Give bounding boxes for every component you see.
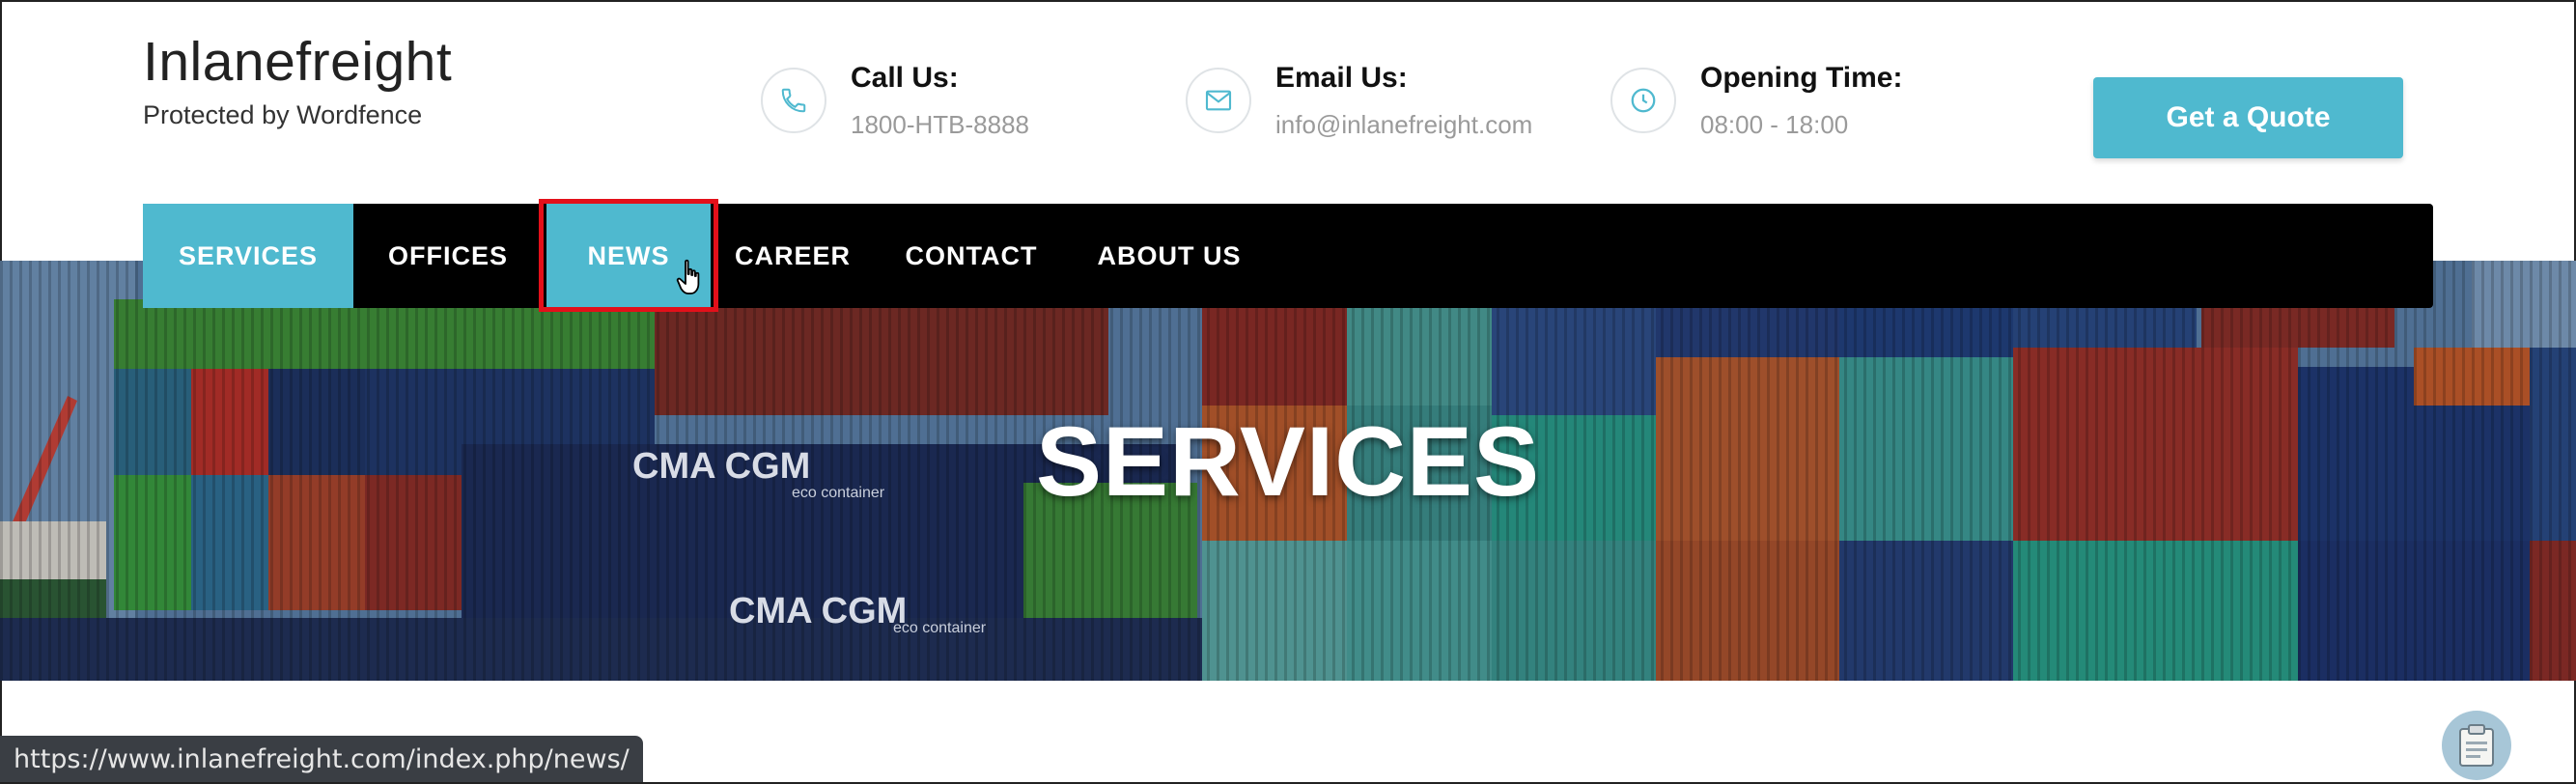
container-brand-b: CMA CGM	[729, 591, 907, 631]
nav-item-services[interactable]: SERVICES	[143, 204, 353, 308]
hero-title: SERVICES	[1036, 406, 1540, 517]
nav-item-offices[interactable]: OFFICES	[353, 204, 543, 308]
opening-hours: 08:00 - 18:00	[1700, 110, 1849, 139]
phone-icon	[761, 68, 826, 133]
nav-item-contact[interactable]: CONTACT	[875, 204, 1068, 308]
email-us-label: Email Us:	[1275, 62, 1408, 94]
brand: Inlanefreight Protected by Wordfence	[143, 29, 452, 130]
main-nav: SERVICES OFFICES NEWS CAREER CONTACT ABO…	[143, 204, 2433, 308]
phone-number[interactable]: 1800-HTB-8888	[851, 110, 1029, 140]
nav-item-career[interactable]: CAREER	[711, 204, 875, 308]
clipboard-icon	[2459, 724, 2494, 767]
opening-time-label: Opening Time:	[1700, 62, 1903, 94]
nav-item-about-us[interactable]: ABOUT US	[1068, 204, 1271, 308]
get-a-quote-button[interactable]: Get a Quote	[2093, 77, 2403, 158]
clock-icon	[1610, 68, 1676, 133]
clipboard-button[interactable]	[2442, 711, 2511, 780]
site-title[interactable]: Inlanefreight	[143, 29, 452, 95]
email-address[interactable]: info@inlanefreight.com	[1275, 110, 1532, 140]
envelope-icon	[1186, 68, 1251, 133]
status-bar-url: https://www.inlanefreight.com/index.php/…	[0, 736, 643, 782]
call-us-label: Call Us:	[851, 62, 959, 94]
hero-banner: CMA CGM eco container CMA CGM eco contai…	[0, 261, 2576, 681]
site-tagline: Protected by Wordfence	[143, 100, 423, 130]
container-sub-b: eco container	[893, 620, 987, 636]
hand-cursor-icon	[676, 259, 700, 294]
